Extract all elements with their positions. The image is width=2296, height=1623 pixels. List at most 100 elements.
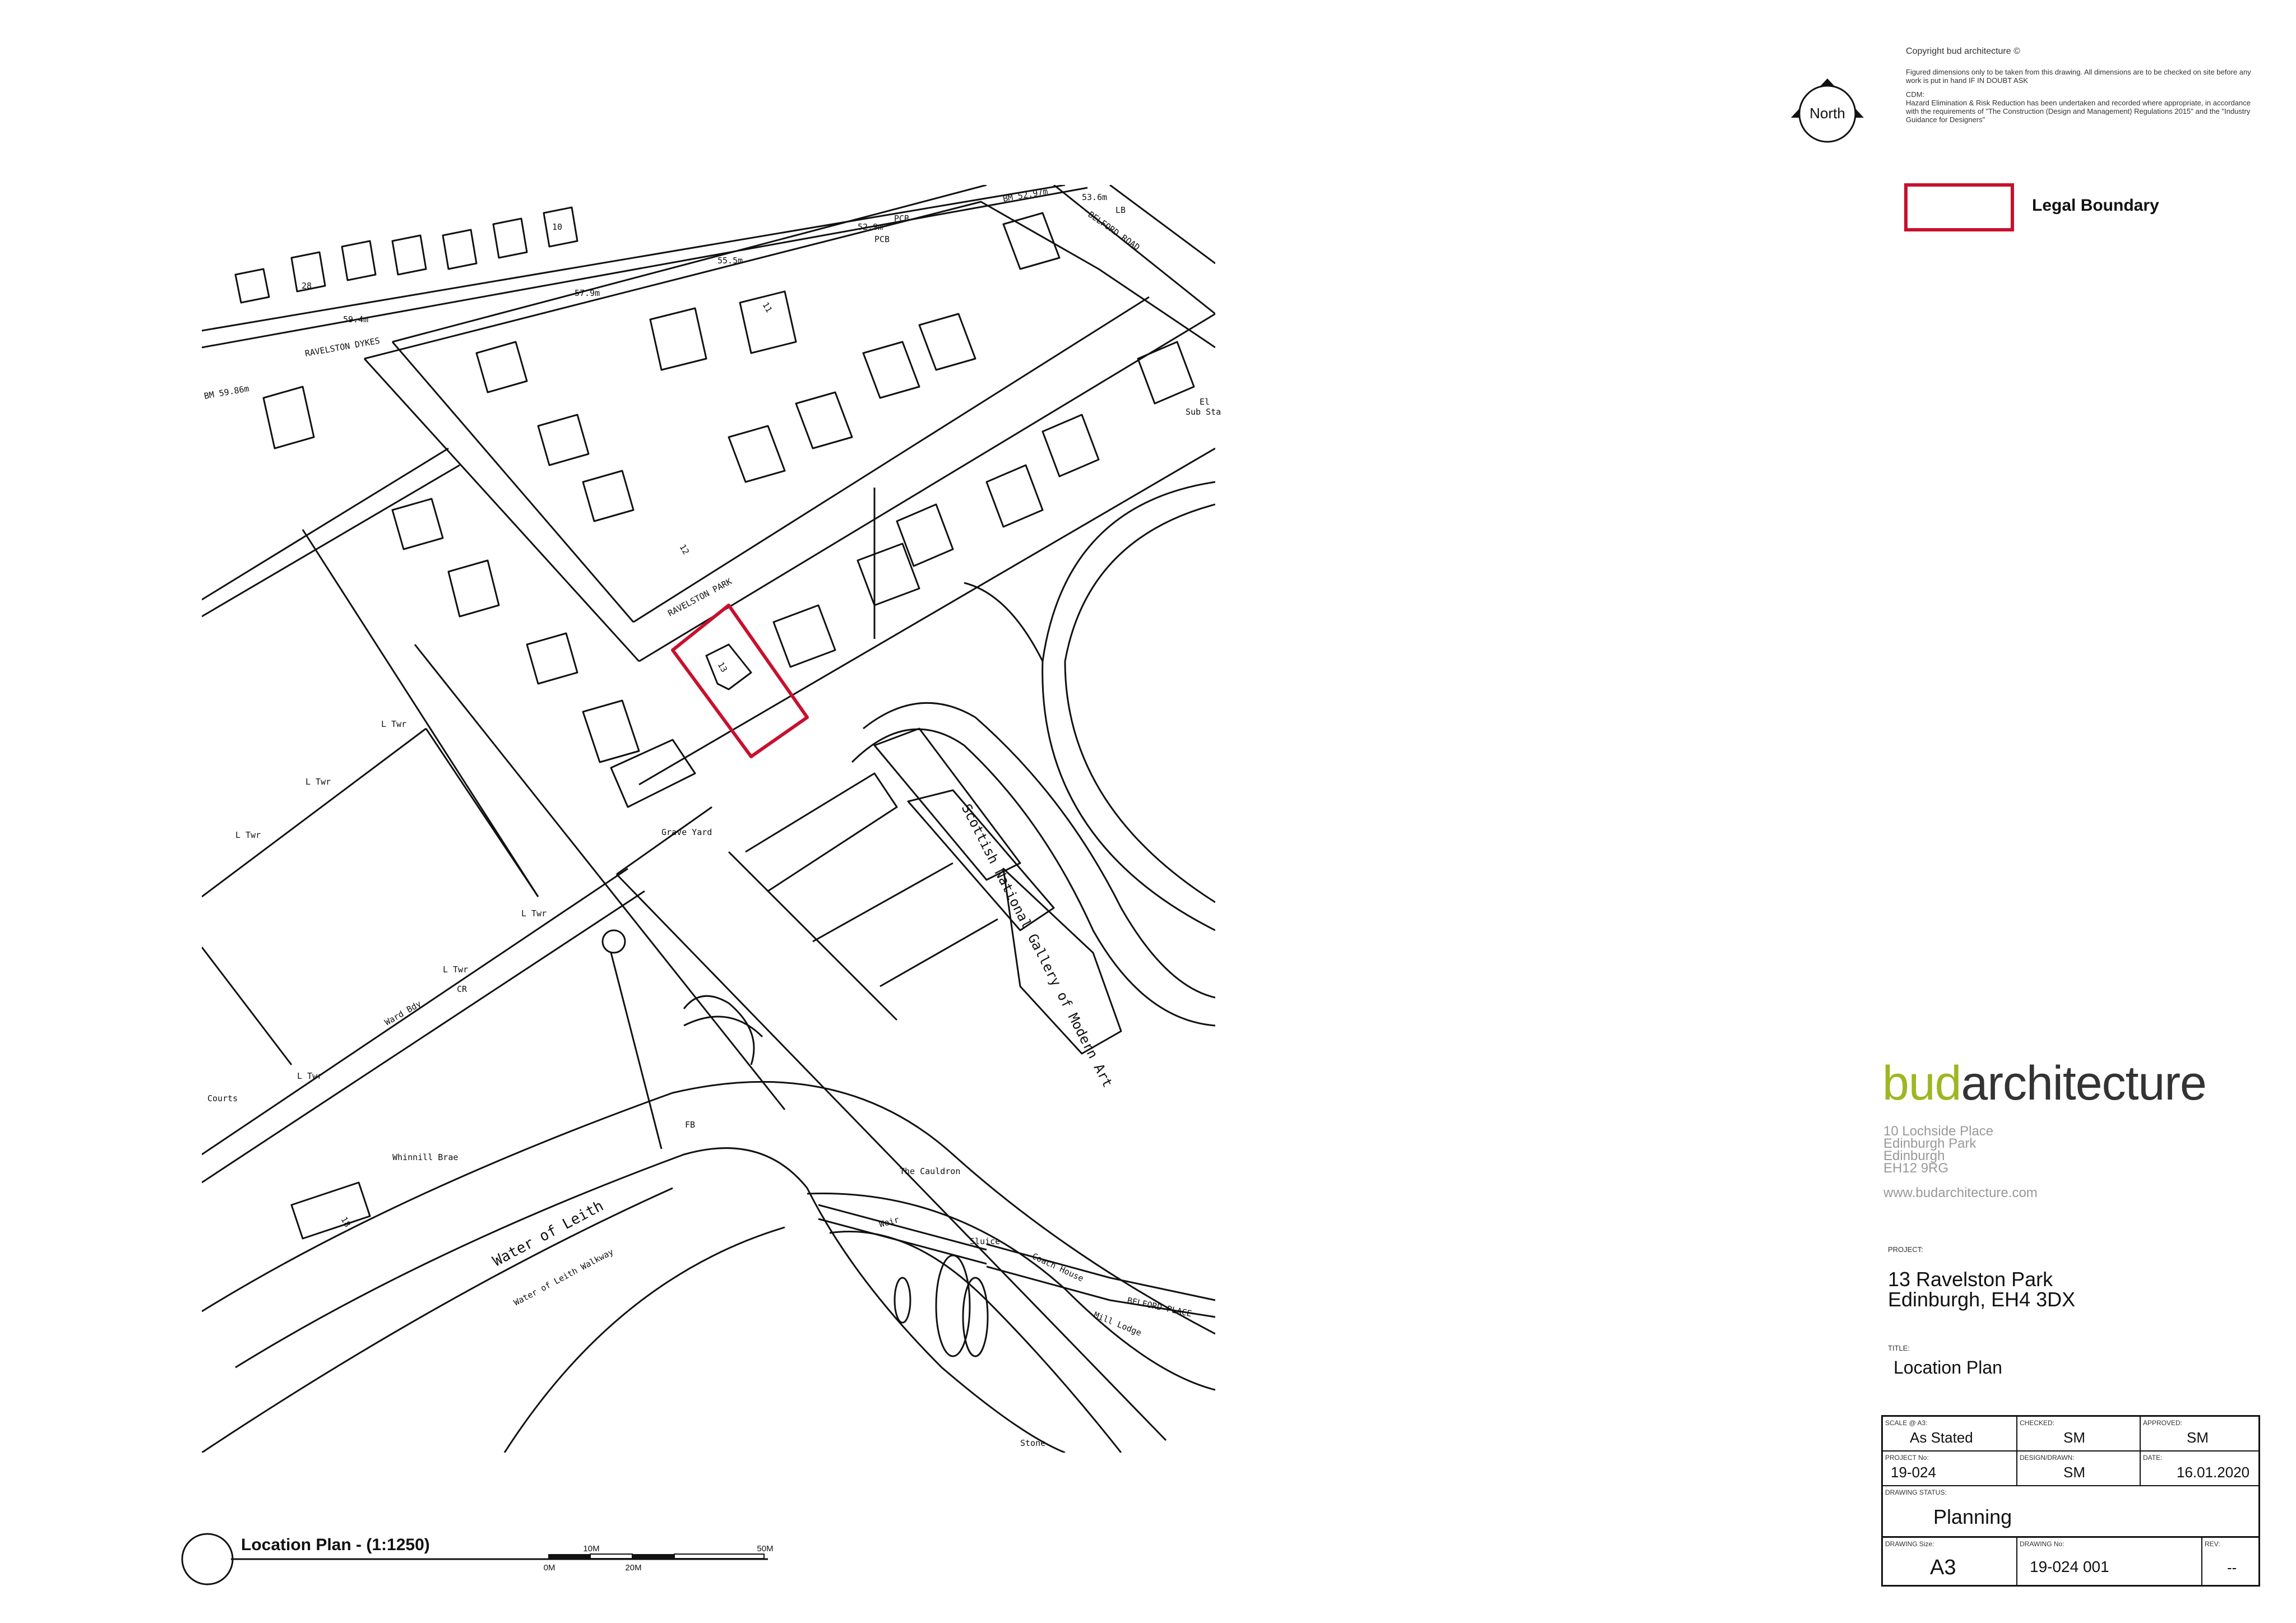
- location-plan-map: RAVELSTON DYKES RAVELSTON PARK BELFORD R…: [181, 78, 2014, 1585]
- plot-boundary: [745, 772, 898, 892]
- drawing-no-label: DRAWING No:: [2020, 1540, 2064, 1548]
- label-ravelston-park: RAVELSTON PARK: [666, 576, 733, 618]
- cdm-heading: CDM:: [1906, 90, 1925, 99]
- road-edge: [391, 341, 635, 623]
- project-address: 13 Ravelston Park Edinburgh, EH4 3DX: [1888, 1269, 2075, 1310]
- label-courts: Courts: [207, 1093, 238, 1103]
- project-no-value: 19-024: [1891, 1464, 1936, 1481]
- scale-label: SCALE @ A3:: [1885, 1419, 1928, 1427]
- label-sub-sta: Sub Sta: [1186, 407, 1221, 417]
- notes-block: Copyright bud architecture © Figured dim…: [1906, 47, 2265, 124]
- size-value: A3: [1930, 1556, 1956, 1579]
- design-value: SM: [2063, 1464, 2085, 1481]
- label-house-number: 18: [339, 1215, 353, 1229]
- plot-boundary: [638, 447, 1215, 786]
- label-pcb: PCB: [874, 234, 890, 244]
- dimensions-note: Figured dimensions only to be taken from…: [1906, 68, 2251, 85]
- plan-title: Location Plan - (1:1250): [241, 1536, 430, 1554]
- plot-boundary: [302, 529, 539, 897]
- cell-design: DESIGN/DRAWN: SM: [2017, 1452, 2141, 1486]
- logo-bud: bud: [1882, 1056, 1961, 1110]
- north-label: North: [1809, 105, 1845, 122]
- label-cr: CR: [457, 984, 467, 994]
- buildings: [234, 206, 1195, 1240]
- driveway: [1064, 503, 1215, 903]
- project-line-2: Edinburgh, EH4 3DX: [1888, 1288, 2076, 1311]
- label-grave-yard: Grave Yard: [661, 827, 712, 837]
- label-belford-place: BELFORD PLACE: [1126, 1295, 1193, 1319]
- label-whinnill-brae: Whinnill Brae: [392, 1152, 458, 1162]
- company-logo: budarchitecture: [1882, 1056, 2207, 1110]
- river-bank: [829, 1231, 1122, 1453]
- label-l-twr: L Twr: [297, 1071, 322, 1081]
- cell-date: DATE: 16.01.2020: [2141, 1452, 2258, 1486]
- cell-project-no: PROJECT No: 19-024: [1883, 1452, 2017, 1486]
- label-height: 52.9m: [858, 222, 883, 232]
- rev-label: REV:: [2205, 1540, 2220, 1548]
- plot-boundary: [202, 447, 449, 601]
- footpath: [610, 952, 663, 1149]
- label-belford-road: BELFORD ROAD: [1086, 210, 1142, 253]
- legend-swatch: [1904, 183, 2014, 231]
- label-the-cauldron: The Cauldron: [900, 1166, 960, 1176]
- scale-tick: 10M: [583, 1544, 599, 1554]
- scale-bar: 10M 50M 0M 20M: [544, 1544, 774, 1573]
- label-el: El: [1200, 397, 1210, 407]
- label-bm1: BM 52.97m: [1002, 186, 1049, 204]
- project-no-label: PROJECT No:: [1885, 1454, 1929, 1462]
- road-edge: [1109, 185, 1215, 265]
- north-arrow: North: [1791, 78, 1864, 143]
- label-sluice: Sluice: [970, 1236, 1000, 1246]
- label-height: 53.6m: [1082, 192, 1107, 202]
- checked-value: SM: [2063, 1429, 2085, 1446]
- driveway: [851, 728, 1215, 1027]
- scale-tick: 0M: [544, 1563, 556, 1573]
- plan-title-circle: [181, 1533, 234, 1585]
- scale-tick: 20M: [625, 1563, 641, 1573]
- label-ward-bdy: Ward Bdy: [383, 999, 423, 1028]
- legend-label: Legal Boundary: [2032, 196, 2159, 215]
- label-ravelston-dykes: RAVELSTON DYKES: [304, 336, 381, 359]
- title-label: TITLE:: [1888, 1344, 1910, 1352]
- road-edge: [363, 358, 640, 662]
- cell-rev: REV: --: [2202, 1538, 2258, 1585]
- date-value: 16.01.2020: [2177, 1464, 2250, 1481]
- river-bank: [503, 1226, 785, 1453]
- cell-checked: CHECKED: SM: [2017, 1417, 2141, 1452]
- label-l-twr: L Twr: [381, 719, 406, 729]
- drawing-no-value: 19-024 001: [2030, 1558, 2109, 1575]
- label-house-number: 28: [302, 281, 312, 291]
- cdm-note: Hazard Elimination & Risk Reduction has …: [1906, 99, 2251, 124]
- river-bank: [235, 1147, 1066, 1453]
- label-walkway: Water of Leith Walkway: [512, 1246, 615, 1307]
- cell-scale: SCALE @ A3: As Stated: [1883, 1417, 2017, 1452]
- river-bank: [202, 1081, 1215, 1335]
- label-fb: FB: [685, 1120, 695, 1130]
- plot-boundary: [202, 947, 293, 1065]
- plot-boundary: [728, 851, 898, 1021]
- tree: [601, 929, 626, 954]
- driveway: [683, 1015, 763, 1038]
- map-frame: [202, 185, 1215, 1453]
- driveway: [683, 995, 755, 1065]
- road-edge: [202, 185, 1066, 332]
- checked-label: CHECKED:: [2020, 1419, 2055, 1427]
- plot-boundary: [812, 862, 953, 943]
- label-house-number: 12: [678, 542, 692, 557]
- cell-approved: APPROVED: SM: [2141, 1417, 2258, 1452]
- label-l-twr: L Twr: [235, 830, 261, 840]
- weir: [818, 1204, 987, 1251]
- plot-boundary: [202, 727, 427, 898]
- label-height: 55.5m: [718, 256, 743, 266]
- company-website[interactable]: www.budarchitecture.com: [1883, 1185, 2038, 1201]
- label-l-twr: L Twr: [443, 964, 468, 975]
- label-height: 59.4m: [343, 314, 368, 324]
- pond: [894, 1277, 911, 1324]
- label-l-twr: L Twr: [305, 777, 331, 787]
- cell-size: DRAWING Size: A3: [1883, 1538, 2017, 1585]
- label-house-number: 13: [716, 660, 730, 674]
- footpath: [615, 873, 1167, 1441]
- plot-boundary: [202, 464, 460, 618]
- label-mill-lodge: Mill Lodge: [1093, 1310, 1143, 1338]
- plot-boundary: [425, 728, 539, 897]
